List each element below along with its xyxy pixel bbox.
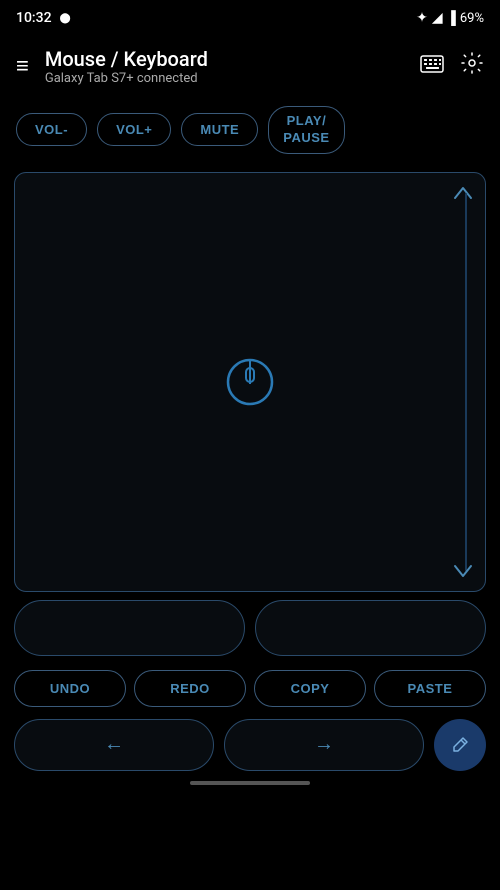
redo-button[interactable]: REDO xyxy=(134,670,246,707)
signal-icon: ▐ xyxy=(447,10,456,26)
status-dot-icon: ⬤ xyxy=(60,13,71,24)
forward-arrow-icon: → xyxy=(314,733,334,756)
scroll-up-icon[interactable] xyxy=(453,181,473,205)
time-display: 10:32 xyxy=(16,10,52,26)
toolbar: ≡ Mouse / Keyboard Galaxy Tab S7+ connec… xyxy=(0,36,500,96)
trackpad-area[interactable] xyxy=(14,172,486,592)
toolbar-title-block: Mouse / Keyboard Galaxy Tab S7+ connecte… xyxy=(45,47,420,86)
right-click-button[interactable] xyxy=(255,600,486,656)
home-indicator xyxy=(190,781,310,785)
vol-down-button[interactable]: VOL- xyxy=(16,113,87,146)
menu-icon[interactable]: ≡ xyxy=(16,53,29,79)
toolbar-actions xyxy=(420,51,484,81)
left-click-button[interactable] xyxy=(14,600,245,656)
copy-button[interactable]: COPY xyxy=(254,670,366,707)
action-buttons-row: UNDO REDO COPY PASTE xyxy=(0,664,500,713)
back-arrow-icon: ← xyxy=(104,733,124,756)
media-buttons-row: VOL- VOL+ MUTE PLAY/ PAUSE xyxy=(0,96,500,164)
keyboard-icon[interactable] xyxy=(420,54,444,79)
vertical-scrollbar[interactable] xyxy=(465,193,467,571)
status-icons: ✦ ◢ ▐ 69% xyxy=(416,10,484,26)
battery-icon: 69% xyxy=(460,11,484,26)
vol-up-button[interactable]: VOL+ xyxy=(97,113,171,146)
back-button[interactable]: ← xyxy=(14,719,214,771)
battery-percent: 69% xyxy=(460,11,484,26)
edit-button[interactable] xyxy=(434,719,486,771)
paste-button[interactable]: PASTE xyxy=(374,670,486,707)
mute-button[interactable]: MUTE xyxy=(181,113,258,146)
connection-status: Galaxy Tab S7+ connected xyxy=(45,71,420,86)
status-bar: 10:32 ⬤ ✦ ◢ ▐ 69% xyxy=(0,0,500,36)
forward-button[interactable]: → xyxy=(224,719,424,771)
undo-button[interactable]: UNDO xyxy=(14,670,126,707)
scroll-down-icon[interactable] xyxy=(453,559,473,583)
app-title: Mouse / Keyboard xyxy=(45,47,420,71)
nav-buttons-row: ← → xyxy=(14,719,486,771)
play-pause-button[interactable]: PLAY/ PAUSE xyxy=(268,106,344,154)
mouse-icon xyxy=(224,348,276,416)
status-time: 10:32 ⬤ xyxy=(16,10,71,26)
click-buttons-row xyxy=(14,600,486,656)
wifi-icon: ◢ xyxy=(432,10,443,26)
bluetooth-icon: ✦ xyxy=(416,10,428,26)
settings-icon[interactable] xyxy=(460,51,484,81)
